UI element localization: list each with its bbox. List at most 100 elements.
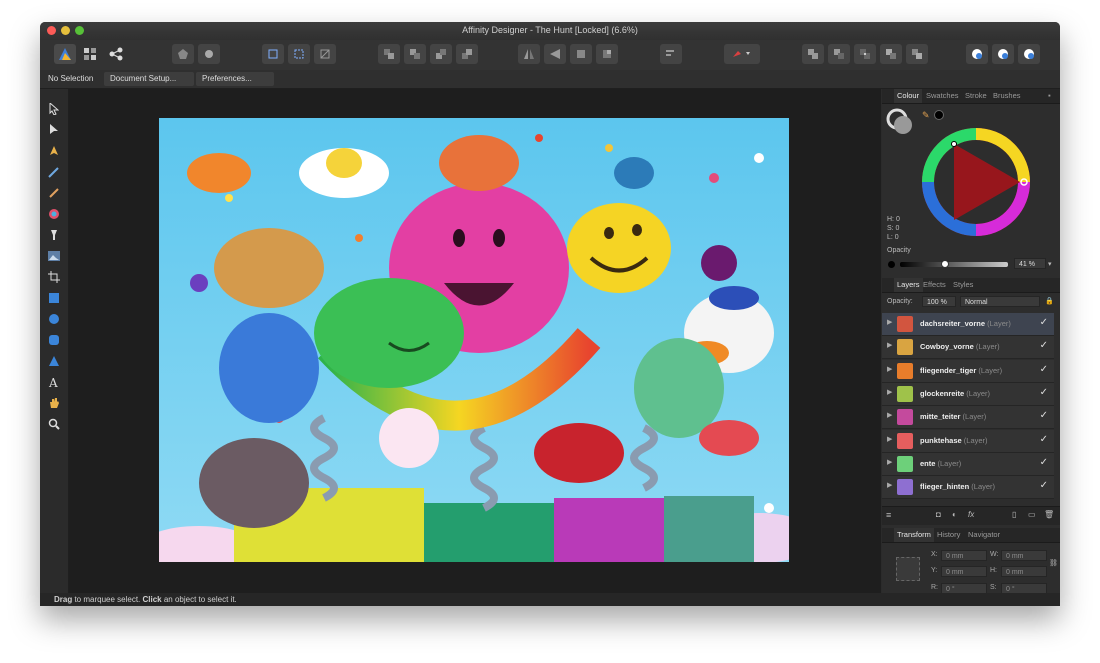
document-setup-button[interactable]: Document Setup... <box>104 72 194 86</box>
move-back-icon[interactable] <box>378 44 400 64</box>
fill-stroke-swatch[interactable] <box>886 108 914 136</box>
export-persona-icon[interactable] <box>106 44 126 64</box>
combine-icon[interactable] <box>906 44 928 64</box>
rotate-right-icon[interactable] <box>596 44 618 64</box>
w-field[interactable]: 0 mm <box>1001 550 1047 561</box>
tab-navigator[interactable]: Navigator <box>965 528 1003 542</box>
designer-persona-icon[interactable] <box>54 44 76 64</box>
pencil-tool-icon[interactable] <box>46 164 62 180</box>
add-group-icon[interactable]: ▭ <box>1028 510 1036 519</box>
hand-tool-icon[interactable] <box>46 395 62 411</box>
brush-tool-icon[interactable] <box>46 185 62 201</box>
layer-visibility-check[interactable]: ✓ <box>1040 340 1048 351</box>
move-tool-icon[interactable] <box>46 101 62 117</box>
anchor-selector[interactable] <box>896 557 920 581</box>
snap-bounding-icon[interactable] <box>262 44 284 64</box>
layer-row[interactable]: ▶ flieger_hinten (Layer) ✓ <box>882 476 1054 500</box>
place-image-icon[interactable] <box>46 248 62 264</box>
rectangle-tool-icon[interactable] <box>46 290 62 306</box>
ellipse-tool-icon[interactable] <box>46 311 62 327</box>
layer-row[interactable]: ▶ mitte_teiter (Layer) ✓ <box>882 406 1054 430</box>
sync-icon[interactable] <box>172 44 194 64</box>
divide-icon[interactable] <box>880 44 902 64</box>
layers-opacity-field[interactable]: 100 % <box>922 296 956 307</box>
flip-vertical-icon[interactable] <box>544 44 566 64</box>
zoom-tool-icon[interactable] <box>46 416 62 432</box>
colour-picker-icon[interactable]: ✎ <box>922 110 930 121</box>
y-field[interactable]: 0 mm <box>941 566 987 577</box>
maximize-window-button[interactable] <box>75 26 84 35</box>
expand-layer-icon[interactable]: ▶ <box>887 411 892 419</box>
tab-effects[interactable]: Effects <box>920 278 949 292</box>
tab-stroke[interactable]: Stroke <box>962 89 990 103</box>
layer-row[interactable]: ▶ dachsreiter_vorne (Layer) ✓ <box>882 313 1054 336</box>
subtract-icon[interactable] <box>828 44 850 64</box>
expand-layer-icon[interactable]: ▶ <box>887 341 892 349</box>
layer-visibility-check[interactable]: ✓ <box>1040 410 1048 421</box>
crop-tool-icon[interactable] <box>46 269 62 285</box>
tab-colour[interactable]: Colour <box>894 89 923 103</box>
layer-row[interactable]: ▶ fliegender_tiger (Layer) ✓ <box>882 359 1054 383</box>
move-forward-one-icon[interactable] <box>430 44 452 64</box>
expand-layer-icon[interactable]: ▶ <box>887 481 892 489</box>
move-back-one-icon[interactable] <box>404 44 426 64</box>
layer-visibility-check[interactable]: ✓ <box>1040 364 1048 375</box>
layer-row[interactable]: ▶ punktehase (Layer) ✓ <box>882 429 1054 453</box>
expand-layer-icon[interactable]: ▶ <box>887 365 892 373</box>
pixel-persona-icon[interactable] <box>80 44 100 64</box>
tab-swatches[interactable]: Swatches <box>923 89 962 103</box>
colour-swatch-black[interactable] <box>934 110 944 120</box>
tab-transform[interactable]: Transform <box>894 528 934 542</box>
expand-layer-icon[interactable]: ▶ <box>887 435 892 443</box>
geometry-icon[interactable] <box>724 44 760 64</box>
expand-layer-icon[interactable]: ▶ <box>887 458 892 466</box>
sync-settings-icon[interactable] <box>198 44 220 64</box>
align-icon[interactable] <box>660 44 682 64</box>
adjustment-icon[interactable]: ◐ <box>952 510 957 519</box>
rounded-rect-tool-icon[interactable] <box>46 332 62 348</box>
snap-geometry-icon[interactable] <box>288 44 310 64</box>
minimize-window-button[interactable] <box>61 26 70 35</box>
artwork[interactable] <box>139 118 819 570</box>
blend-mode-select[interactable]: Normal <box>960 296 1040 307</box>
colour-wheel[interactable] <box>920 126 1032 238</box>
layer-visibility-check[interactable]: ✓ <box>1040 434 1048 445</box>
panel-menu-icon[interactable]: ▪ <box>1045 89 1054 103</box>
x-field[interactable]: 0 mm <box>941 550 987 561</box>
layer-visibility-check[interactable]: ✓ <box>1040 317 1048 328</box>
pen-tool-icon[interactable] <box>46 143 62 159</box>
tab-history[interactable]: History <box>934 528 963 542</box>
tab-layers[interactable]: Layers <box>894 278 923 292</box>
layer-visibility-check[interactable]: ✓ <box>1040 387 1048 398</box>
insert-inside-icon[interactable] <box>1018 44 1040 64</box>
node-tool-icon[interactable] <box>46 122 62 138</box>
fill-tool-icon[interactable] <box>46 206 62 222</box>
snap-options-icon[interactable] <box>314 44 336 64</box>
opacity-slider[interactable] <box>900 262 1008 267</box>
rotate-left-icon[interactable] <box>570 44 592 64</box>
layer-row[interactable]: ▶ Cowboy_vorne (Layer) ✓ <box>882 336 1054 360</box>
delete-layer-icon[interactable]: 🗑 <box>1044 510 1054 519</box>
layer-stack-icon[interactable]: ≡ <box>886 510 891 520</box>
text-tool-icon[interactable]: A <box>46 374 62 390</box>
move-front-icon[interactable] <box>456 44 478 64</box>
tab-brushes[interactable]: Brushes <box>990 89 1024 103</box>
add-icon[interactable] <box>802 44 824 64</box>
link-aspect-icon[interactable]: ⛓ <box>1049 559 1058 567</box>
triangle-tool-icon[interactable] <box>46 353 62 369</box>
intersect-icon[interactable] <box>854 44 876 64</box>
preferences-button[interactable]: Preferences... <box>196 72 274 86</box>
add-layer-icon[interactable]: ▯ <box>1012 510 1016 519</box>
close-window-button[interactable] <box>47 26 56 35</box>
document-canvas[interactable] <box>69 89 881 593</box>
layer-visibility-check[interactable]: ✓ <box>1040 457 1048 468</box>
flip-horizontal-icon[interactable] <box>518 44 540 64</box>
expand-layer-icon[interactable]: ▶ <box>887 318 892 326</box>
opacity-value-field[interactable]: 41 % <box>1014 258 1046 269</box>
tab-styles[interactable]: Styles <box>950 278 976 292</box>
opacity-dropdown-icon[interactable]: ▾ <box>1048 260 1052 268</box>
layer-row[interactable]: ▶ ente (Layer) ✓ <box>882 452 1054 476</box>
insert-behind-icon[interactable] <box>966 44 988 64</box>
h-field[interactable]: 0 mm <box>1001 566 1047 577</box>
layer-visibility-check[interactable]: ✓ <box>1040 480 1048 491</box>
